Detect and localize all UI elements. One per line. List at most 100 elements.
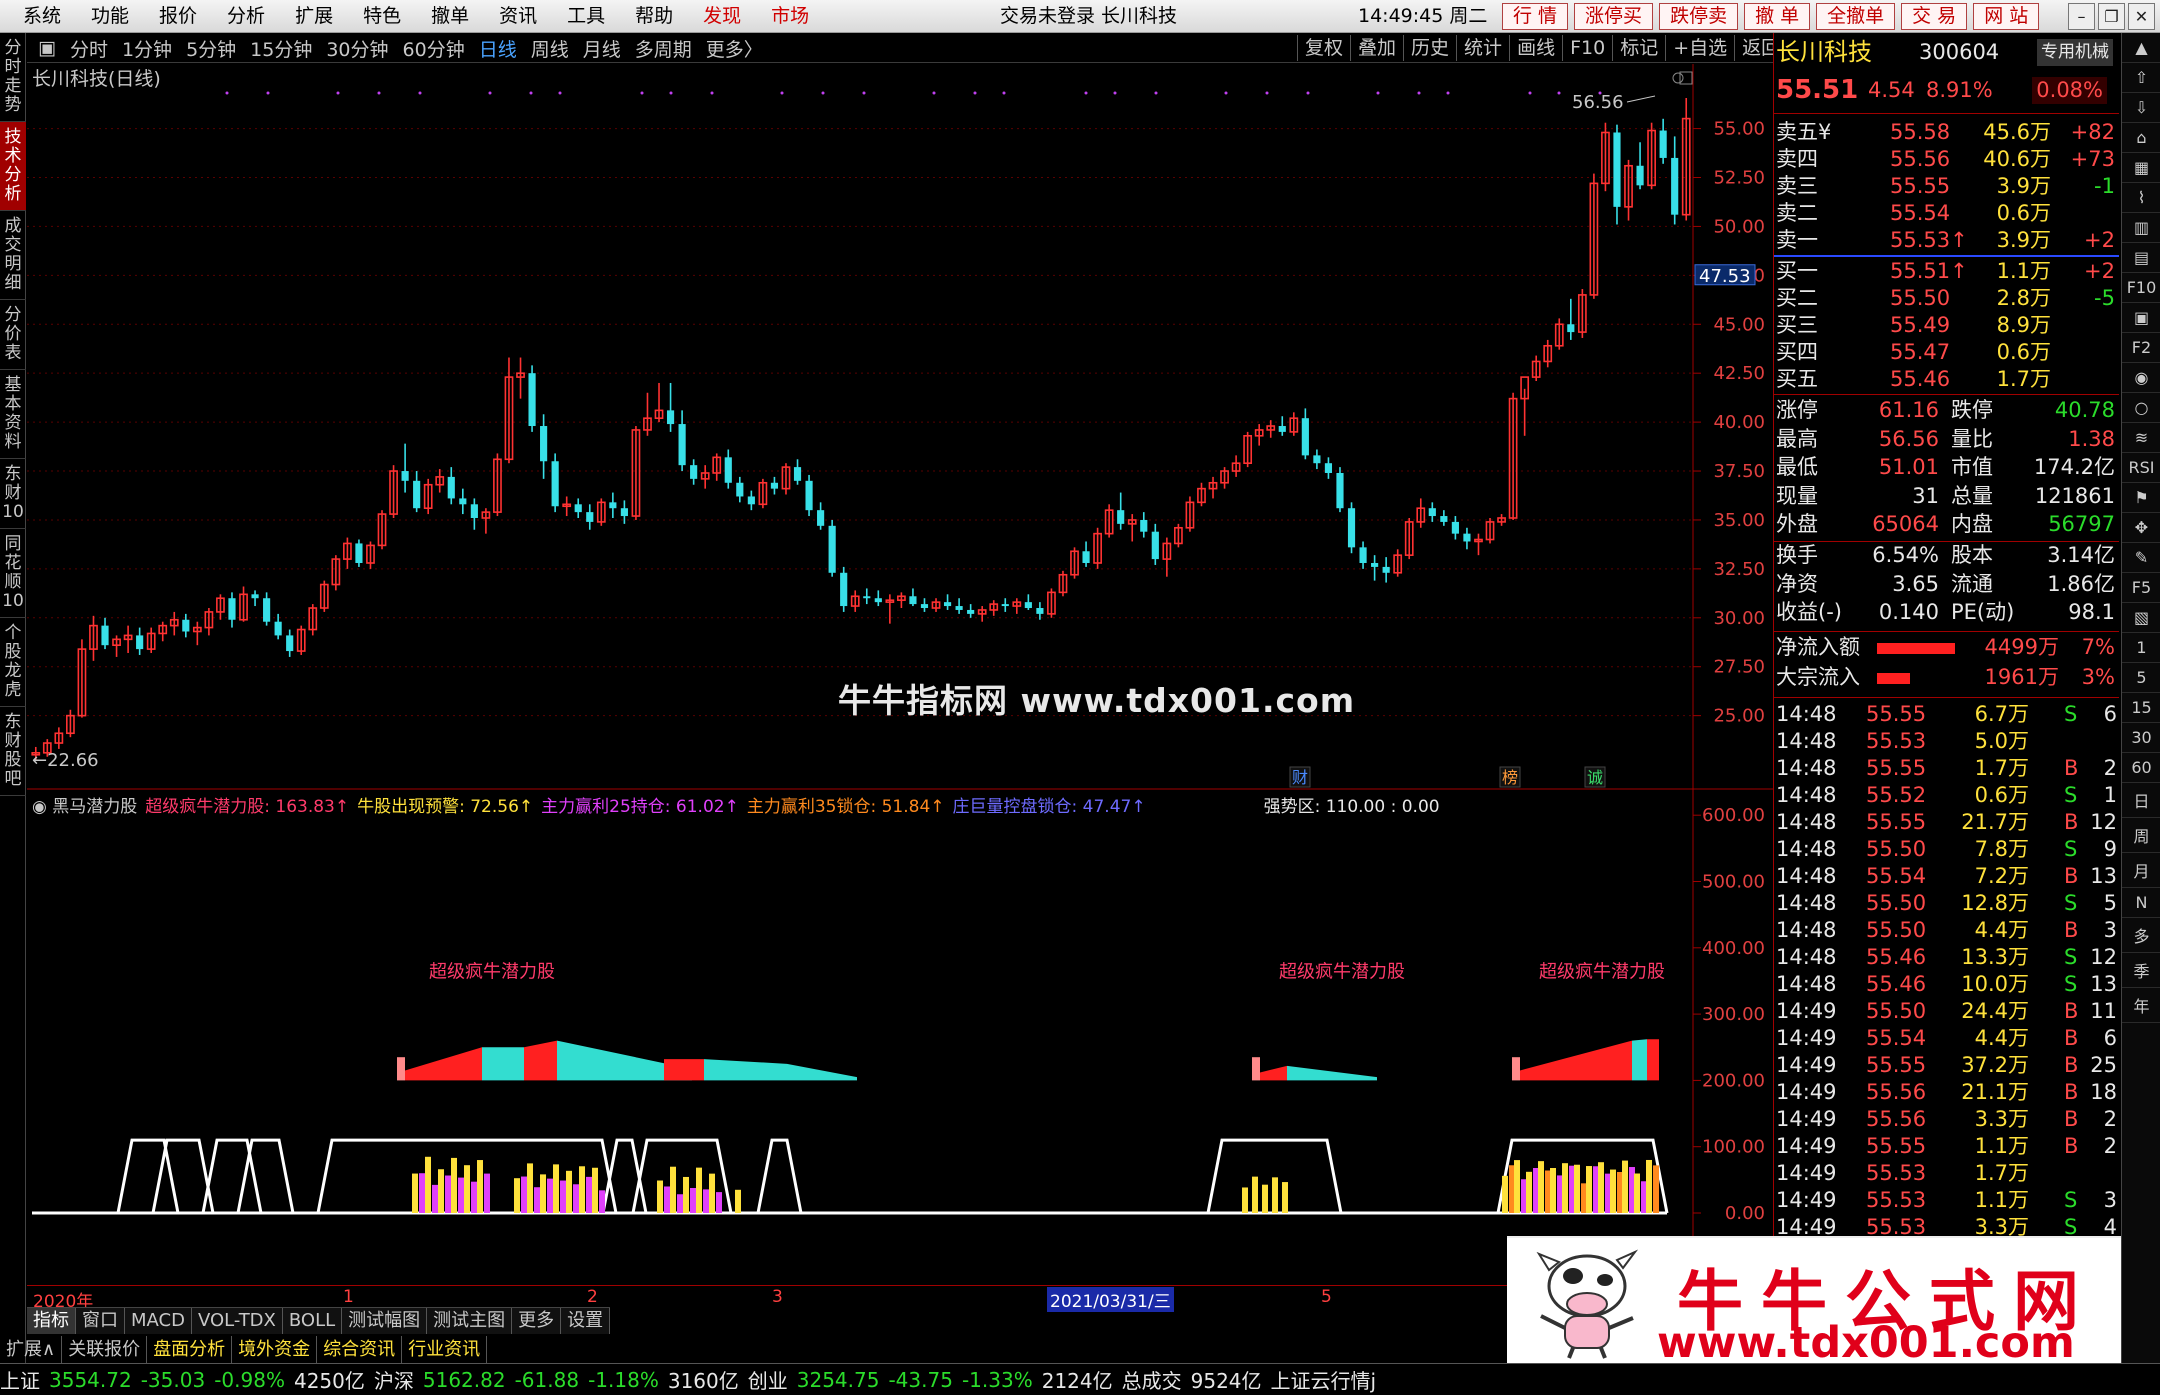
tool-strip-icon[interactable]: 日 (2122, 783, 2160, 818)
chart-tool-button[interactable]: +自选 (1665, 35, 1734, 61)
sidebar-tab[interactable]: 个股龙虎 (0, 618, 26, 707)
indicator-tab[interactable]: 更多 (512, 1308, 562, 1334)
menu-item[interactable]: 撤单 (416, 0, 484, 33)
tool-strip-icon[interactable]: 60 (2122, 753, 2160, 783)
sidebar-tab[interactable]: 东财10 (0, 459, 26, 529)
menu-item[interactable]: 特色 (348, 0, 416, 33)
sidebar-tab[interactable]: 东财股吧 (0, 707, 26, 796)
tool-strip-icon[interactable]: ⇧ (2122, 63, 2160, 93)
tool-strip-icon[interactable]: ○ (2122, 393, 2160, 423)
sidebar-tab[interactable]: 同花顺10 (0, 529, 26, 618)
function-tab[interactable]: 关联报价 (62, 1336, 148, 1363)
period-tab[interactable]: 更多〉 (699, 35, 770, 62)
tool-strip-icon[interactable]: 年 (2122, 988, 2160, 1023)
tool-strip-icon[interactable]: 5 (2122, 663, 2160, 693)
quick-button[interactable]: 跌停卖 (1659, 3, 1739, 30)
chart-tool-button[interactable]: 复权 (1297, 35, 1350, 61)
quick-button[interactable]: 撤 单 (1744, 3, 1811, 30)
menu-item[interactable]: 资讯 (484, 0, 552, 33)
indicator-name[interactable]: ◉ 黑马潜力股 (32, 792, 137, 817)
tool-strip-icon[interactable]: 周 (2122, 818, 2160, 853)
tool-strip-icon[interactable]: RSI (2122, 453, 2160, 483)
tool-strip-icon[interactable]: ✥ (2122, 513, 2160, 543)
tool-strip-icon[interactable]: ⚑ (2122, 483, 2160, 513)
tool-strip-icon[interactable]: ◉ (2122, 363, 2160, 393)
quick-button[interactable]: 全撤单 (1816, 3, 1896, 30)
period-tab[interactable]: 30分钟 (319, 35, 395, 62)
restore-icon[interactable]: ❐ (2098, 3, 2125, 30)
sidebar-tab[interactable]: 分时走势 (0, 33, 26, 122)
indicator-chart[interactable]: 600.00 500.00 400.00 300.00 200.00 100.00 0.00… (27, 790, 1773, 1285)
period-tab[interactable]: 1分钟 (115, 35, 179, 62)
chart-tool-button[interactable]: 统计 (1456, 35, 1509, 61)
menu-item[interactable]: 市场 (756, 0, 824, 33)
period-tab[interactable]: 分时 (63, 35, 115, 62)
period-tab[interactable]: 5分钟 (179, 35, 243, 62)
tool-strip-icon[interactable]: ▧ (2122, 603, 2160, 633)
chart-tool-button[interactable]: F10 (1562, 35, 1612, 61)
tool-strip-icon[interactable]: N (2122, 888, 2160, 918)
tool-strip-icon[interactable]: ✎ (2122, 543, 2160, 573)
function-tab[interactable]: 境外资金 (232, 1336, 318, 1363)
menu-item[interactable]: 报价 (144, 0, 212, 33)
menu-item[interactable]: 帮助 (620, 0, 688, 33)
quick-button[interactable]: 网 站 (1973, 3, 2040, 30)
function-tab[interactable]: 盘面分析 (147, 1336, 233, 1363)
function-tab[interactable]: 扩展∧ (0, 1336, 63, 1363)
sidebar-tab[interactable]: 基本资料 (0, 370, 26, 459)
sidebar-tab[interactable]: 分价表 (0, 300, 26, 370)
indicator-tab[interactable]: MACD (125, 1308, 192, 1334)
quick-button[interactable]: 行 情 (1502, 3, 1569, 30)
indicator-tab[interactable]: 测试主图 (427, 1308, 513, 1334)
tool-strip-icon[interactable]: 月 (2122, 853, 2160, 888)
layout-icon[interactable]: ▣ (31, 37, 63, 59)
quick-button[interactable]: 交 易 (1901, 3, 1968, 30)
period-tab[interactable]: 15分钟 (243, 35, 319, 62)
tool-strip-icon[interactable]: 30 (2122, 723, 2160, 753)
indicator-tab[interactable]: 测试幅图 (342, 1308, 428, 1334)
tool-strip-icon[interactable]: ⌂ (2122, 123, 2160, 153)
indicator-tab[interactable]: VOL-TDX (192, 1308, 283, 1334)
sidebar-tab[interactable]: 成交明细 (0, 211, 26, 300)
chart-tool-button[interactable]: 标记 (1612, 35, 1665, 61)
minimize-icon[interactable]: – (2068, 3, 2095, 30)
tool-strip-icon[interactable]: ▲ (2122, 33, 2160, 63)
tool-strip-icon[interactable]: ⇩ (2122, 93, 2160, 123)
tool-strip-icon[interactable]: ⌇ (2122, 183, 2160, 213)
menu-item[interactable]: 发现 (688, 0, 756, 33)
tool-strip-icon[interactable]: F10 (2122, 273, 2160, 303)
tool-strip-icon[interactable]: ▥ (2122, 213, 2160, 243)
close-icon[interactable]: ✕ (2128, 3, 2155, 30)
period-tab[interactable]: 多周期 (628, 35, 699, 62)
tool-strip-icon[interactable]: ▦ (2122, 153, 2160, 183)
menu-item[interactable]: 工具 (552, 0, 620, 33)
tool-strip-icon[interactable]: 1 (2122, 633, 2160, 663)
function-tab[interactable]: 综合资讯 (317, 1336, 403, 1363)
menu-item[interactable]: 分析 (212, 0, 280, 33)
chart-tool-button[interactable]: 画线 (1509, 35, 1562, 61)
chart-tool-button[interactable]: 历史 (1403, 35, 1456, 61)
tool-strip-icon[interactable]: 季 (2122, 953, 2160, 988)
tool-strip-icon[interactable]: 多 (2122, 918, 2160, 953)
function-tab[interactable]: 行业资讯 (402, 1336, 488, 1363)
period-tab[interactable]: 月线 (576, 35, 628, 62)
period-tab[interactable]: 日线 (472, 35, 524, 62)
indicator-tab[interactable]: 窗口 (76, 1308, 125, 1334)
period-tab[interactable]: 周线 (524, 35, 576, 62)
period-tab[interactable]: 60分钟 (396, 35, 472, 62)
tool-strip-icon[interactable]: ▣ (2122, 303, 2160, 333)
tool-strip-icon[interactable]: 15 (2122, 693, 2160, 723)
indicator-tab[interactable]: 设置 (561, 1308, 611, 1334)
indicator-tab[interactable]: 指标 (27, 1308, 76, 1334)
menu-item[interactable]: 功能 (76, 0, 144, 33)
menu-item[interactable]: 系统 (8, 0, 76, 33)
quick-button[interactable]: 涨停买 (1574, 3, 1654, 30)
indicator-tab[interactable]: BOLL (283, 1308, 343, 1334)
menu-item[interactable]: 扩展 (280, 0, 348, 33)
chart-tool-button[interactable]: 叠加 (1350, 35, 1403, 61)
sidebar-tab[interactable]: 技术分析 (0, 122, 26, 211)
tool-strip-icon[interactable]: F5 (2122, 573, 2160, 603)
tool-strip-icon[interactable]: ≋ (2122, 423, 2160, 453)
tool-strip-icon[interactable]: F2 (2122, 333, 2160, 363)
tool-strip-icon[interactable]: ▤ (2122, 243, 2160, 273)
